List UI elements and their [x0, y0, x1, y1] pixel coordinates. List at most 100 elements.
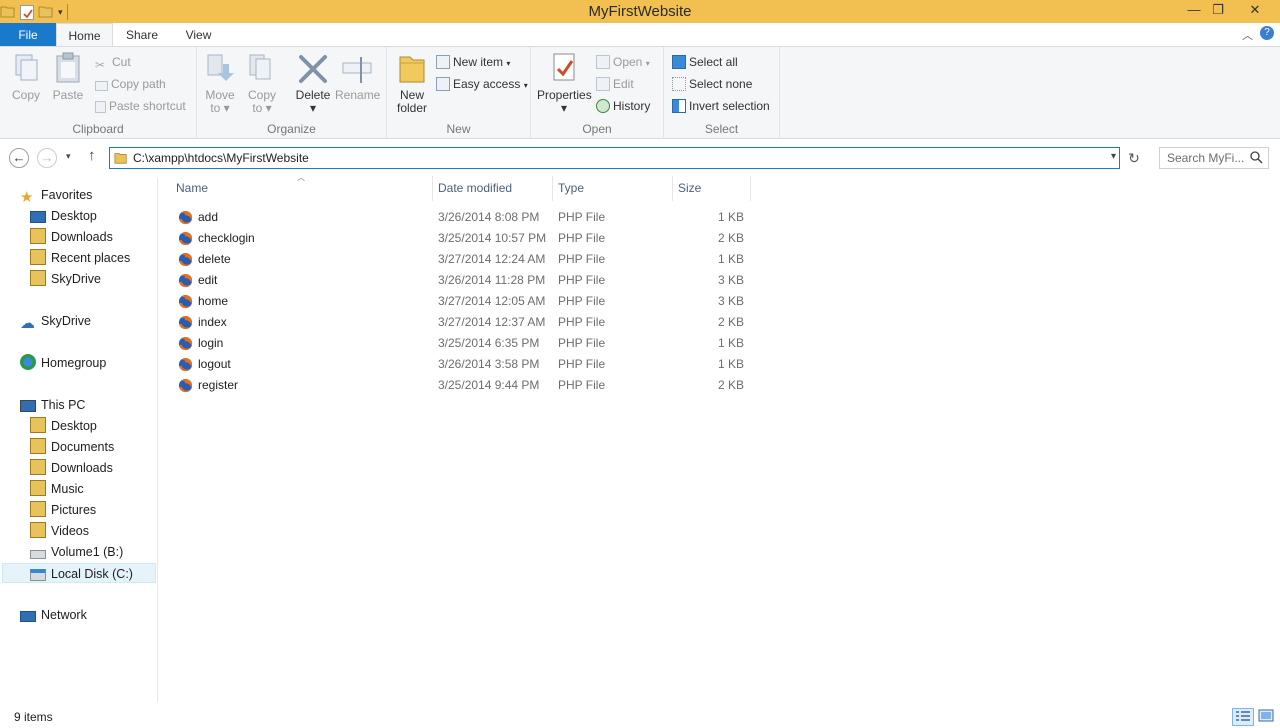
- nav-pc-local-disk[interactable]: Local Disk (C:): [2, 563, 156, 583]
- nav-fav-downloads[interactable]: Downloads: [30, 227, 113, 247]
- select-none-button[interactable]: Select none: [672, 75, 752, 93]
- firefox-file-icon: [178, 357, 193, 372]
- move-to-button[interactable]: Move to ▾: [203, 51, 237, 115]
- up-button[interactable]: ↑: [88, 147, 96, 164]
- group-organize: Move to ▾ Copy to ▾ Delete ▾ Rename Organiz…: [197, 47, 387, 139]
- forward-button[interactable]: →: [37, 148, 57, 168]
- column-header-name[interactable]: Name: [170, 176, 432, 201]
- select-all-button[interactable]: Select all: [672, 53, 738, 71]
- file-row[interactable]: register 3/25/2014 9:44 PM PHP File 2 KB: [170, 375, 750, 396]
- nav-favorites[interactable]: ★ Favorites: [20, 185, 92, 206]
- address-bar[interactable]: C:\xampp\htdocs\MyFirstWebsite ▾: [109, 147, 1120, 169]
- nav-skydrive[interactable]: ☁ SkyDrive: [20, 311, 91, 332]
- file-row[interactable]: logout 3/26/2014 3:58 PM PHP File 1 KB: [170, 354, 750, 375]
- edit-button[interactable]: Edit: [596, 75, 634, 93]
- nav-network[interactable]: Network: [20, 605, 87, 625]
- file-row[interactable]: home 3/27/2014 12:05 AM PHP File 3 KB: [170, 291, 750, 312]
- firefox-file-icon: [178, 378, 193, 393]
- select-all-label: Select all: [689, 55, 738, 69]
- nav-pc-volume1[interactable]: Volume1 (B:): [30, 542, 123, 562]
- nav-pc-pictures[interactable]: Pictures: [30, 500, 96, 520]
- file-name: edit: [198, 273, 218, 287]
- properties-button[interactable]: Properties ▾: [537, 51, 592, 115]
- nav-this-pc[interactable]: This PC: [20, 395, 85, 415]
- file-date-modified: 3/25/2014 9:44 PM: [438, 378, 540, 392]
- copy-to-button[interactable]: Copy to ▾: [245, 51, 279, 115]
- paste-button[interactable]: Paste: [50, 51, 86, 102]
- qat-separator: [66, 4, 68, 20]
- paste-shortcut-icon: [95, 101, 106, 113]
- recent-locations-dropdown[interactable]: ▾: [66, 151, 71, 162]
- cut-button[interactable]: ✂ Cut: [95, 53, 131, 72]
- column-header-type[interactable]: Type: [552, 176, 672, 201]
- nav-pc-videos[interactable]: Videos: [30, 521, 89, 541]
- file-type: PHP File: [558, 294, 606, 308]
- file-type: PHP File: [558, 378, 606, 392]
- tab-share[interactable]: Share: [113, 23, 171, 47]
- file-name: register: [198, 378, 239, 392]
- select-none-label: Select none: [689, 77, 753, 91]
- refresh-button[interactable]: ↻: [1123, 147, 1145, 169]
- paste-shortcut-button[interactable]: Paste shortcut: [95, 97, 186, 115]
- help-icon[interactable]: ?: [1260, 26, 1274, 40]
- file-row[interactable]: login 3/25/2014 6:35 PM PHP File 1 KB: [170, 333, 750, 354]
- column-header-date[interactable]: Date modified: [432, 176, 552, 201]
- network-icon: [20, 611, 36, 622]
- group-select: Select all Select none Invert selection …: [664, 47, 780, 139]
- column-separator[interactable]: [750, 176, 751, 201]
- file-row[interactable]: edit 3/26/2014 11:28 PM PHP File 3 KB: [170, 270, 750, 291]
- firefox-file-icon: [178, 273, 193, 288]
- organize-group-label: Organize: [267, 122, 316, 136]
- close-button[interactable]: ✕: [1240, 0, 1270, 22]
- file-row[interactable]: checklogin 3/25/2014 10:57 PM PHP File 2 KB: [170, 228, 750, 249]
- nav-fav-recent-places[interactable]: Recent places: [30, 248, 130, 268]
- rename-button[interactable]: Rename: [335, 51, 380, 102]
- clipboard-group-label: Clipboard: [72, 122, 124, 136]
- file-date-modified: 3/27/2014 12:05 AM: [438, 294, 546, 308]
- desktop-icon: [30, 211, 46, 223]
- file-name: logout: [198, 357, 231, 371]
- customize-qat-icon[interactable]: ▾: [58, 7, 63, 18]
- edit-label: Edit: [613, 77, 634, 91]
- minimize-ribbon-icon[interactable]: ︿: [1242, 27, 1253, 43]
- maximize-button[interactable]: ❐: [1203, 0, 1233, 22]
- search-box[interactable]: [1159, 147, 1269, 169]
- music-folder-icon: [30, 480, 46, 496]
- search-input[interactable]: [1160, 148, 1250, 168]
- column-header-size[interactable]: Size: [672, 176, 750, 201]
- properties-qat-icon[interactable]: [20, 4, 34, 20]
- tab-file[interactable]: File: [0, 23, 56, 47]
- large-icons-view-button[interactable]: [1256, 708, 1278, 726]
- file-row[interactable]: delete 3/27/2014 12:24 AM PHP File 1 KB: [170, 249, 750, 270]
- drive-icon: [30, 550, 46, 559]
- file-row[interactable]: index 3/27/2014 12:37 AM PHP File 2 KB: [170, 312, 750, 333]
- details-view-button[interactable]: [1232, 708, 1254, 726]
- nav-pc-music[interactable]: Music: [30, 479, 84, 499]
- invert-selection-button[interactable]: Invert selection: [672, 97, 770, 115]
- history-button[interactable]: History: [596, 97, 650, 115]
- new-item-button[interactable]: New item ▾: [436, 53, 510, 71]
- tab-view[interactable]: View: [171, 23, 226, 47]
- nav-homegroup[interactable]: Homegroup: [20, 353, 106, 373]
- address-dropdown-icon[interactable]: ▾: [1111, 151, 1116, 162]
- file-list: ︿ Name Date modified Type Size add 3/26/2…: [170, 173, 1270, 700]
- copy-path-button[interactable]: Copy path: [95, 75, 166, 93]
- nav-pc-downloads[interactable]: Downloads: [30, 458, 113, 478]
- easy-access-button[interactable]: Easy access ▾: [436, 75, 528, 93]
- nav-pc-documents[interactable]: Documents: [30, 437, 114, 457]
- new-folder-button[interactable]: New folder: [393, 51, 431, 115]
- copy-to-icon: [249, 54, 271, 80]
- nav-fav-skydrive[interactable]: SkyDrive: [30, 269, 101, 289]
- ribbon: Copy Paste ✂ Cut Copy path Paste shortcut…: [0, 46, 1280, 139]
- file-row[interactable]: add 3/26/2014 8:08 PM PHP File 1 KB: [170, 207, 750, 228]
- nav-pc-desktop[interactable]: Desktop: [30, 416, 97, 436]
- open-button[interactable]: Open ▾: [596, 53, 650, 71]
- nav-fav-desktop[interactable]: Desktop: [30, 206, 97, 226]
- new-folder-qat-icon[interactable]: [38, 3, 54, 22]
- search-icon[interactable]: [1250, 151, 1263, 167]
- file-size: 1 KB: [717, 252, 744, 266]
- copy-button[interactable]: Copy: [8, 51, 44, 102]
- delete-button[interactable]: Delete ▾: [293, 51, 333, 115]
- tab-home[interactable]: Home: [56, 23, 113, 47]
- back-button[interactable]: ←: [9, 148, 29, 168]
